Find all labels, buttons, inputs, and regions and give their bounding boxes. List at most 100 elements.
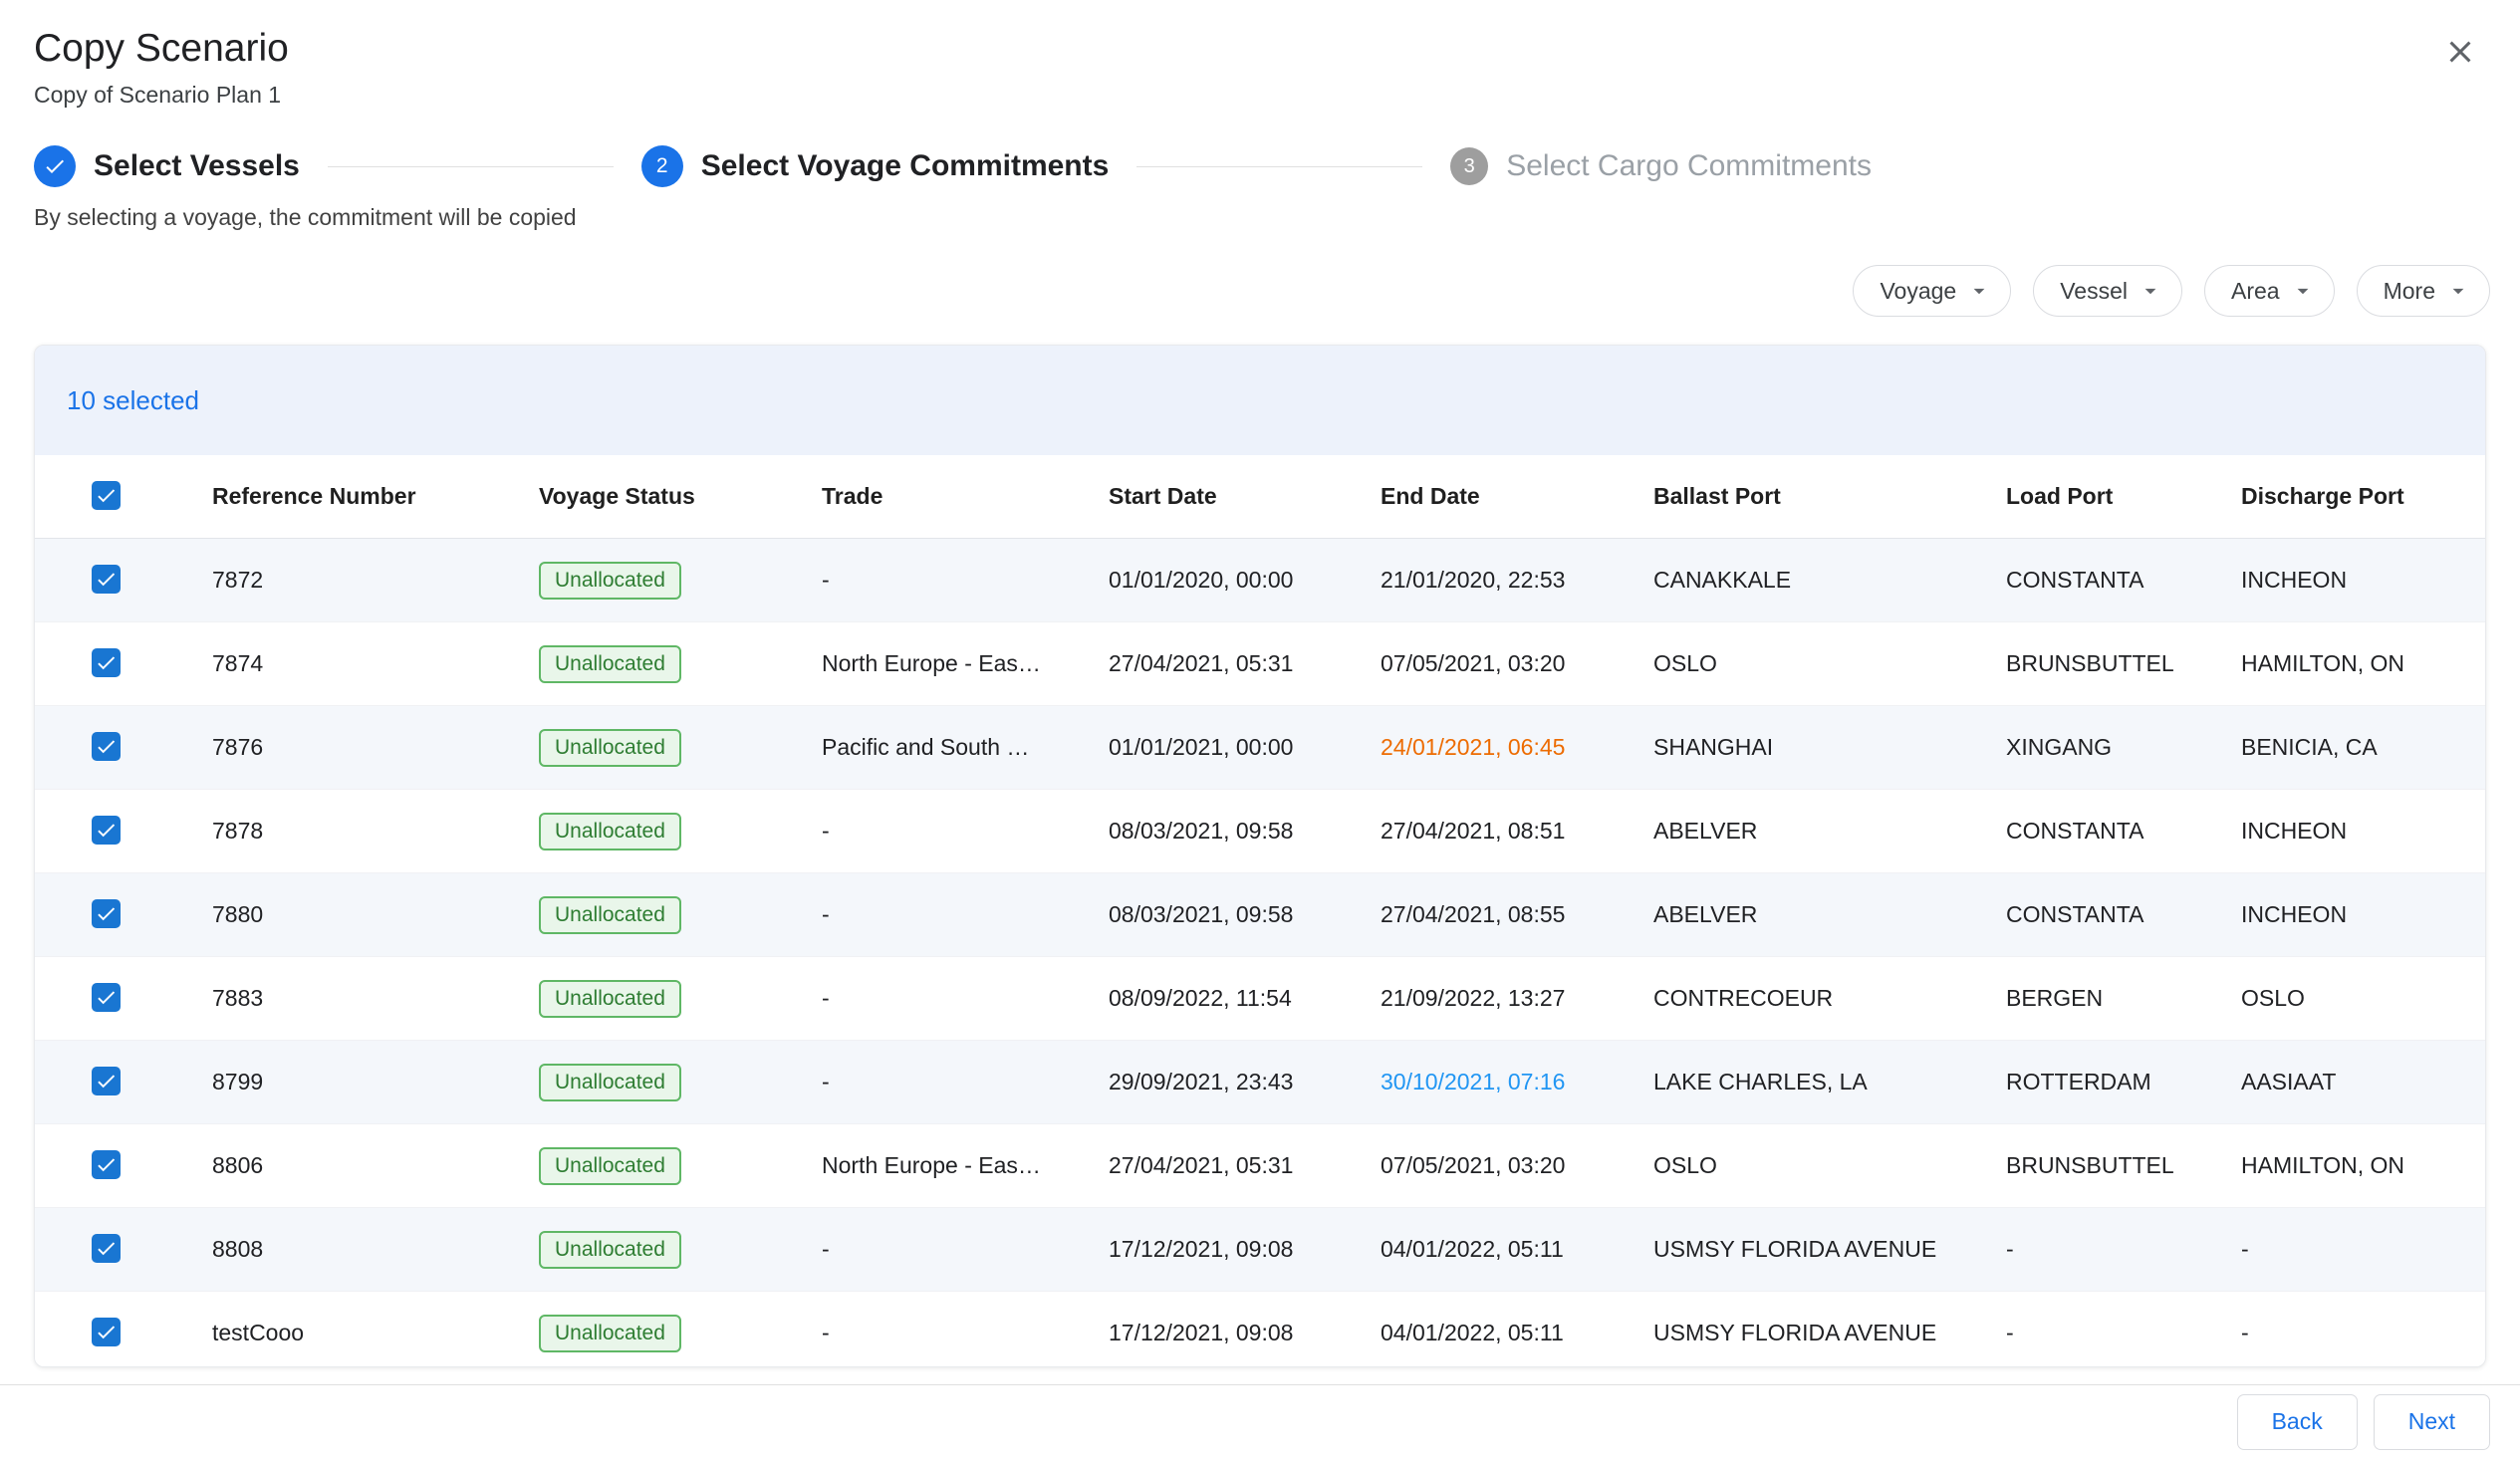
row-checkbox[interactable] — [92, 816, 121, 845]
chevron-down-icon — [2138, 278, 2163, 304]
column-header-load-port: Load Port — [2006, 483, 2241, 510]
step-select-vessels[interactable]: Select Vessels — [34, 145, 300, 187]
column-header-start-date: Start Date — [1109, 483, 1381, 510]
discharge-port-cell: HAMILTON, ON — [2241, 1152, 2485, 1179]
back-button[interactable]: Back — [2237, 1394, 2358, 1450]
voyage-status-cell: Unallocated — [539, 1231, 822, 1269]
row-checkbox[interactable] — [92, 899, 121, 928]
status-badge: Unallocated — [539, 980, 681, 1018]
end-date-cell: 04/01/2022, 05:11 — [1381, 1320, 1653, 1346]
step-select-cargo-commitments[interactable]: 3 Select Cargo Commitments — [1450, 147, 1872, 185]
load-port-cell: CONSTANTA — [2006, 567, 2241, 594]
trade-cell: Pacific and South … — [822, 734, 1109, 761]
load-port-cell: BERGEN — [2006, 985, 2241, 1012]
selected-count: 10 selected — [67, 385, 199, 416]
voyage-status-cell: Unallocated — [539, 980, 822, 1018]
dialog-title-block: Copy Scenario Copy of Scenario Plan 1 — [34, 26, 289, 110]
page-title: Copy Scenario — [34, 26, 289, 72]
status-badge: Unallocated — [539, 729, 681, 767]
discharge-port-cell: AASIAAT — [2241, 1069, 2485, 1095]
next-button[interactable]: Next — [2374, 1394, 2490, 1450]
row-checkbox[interactable] — [92, 983, 121, 1012]
ballast-port-cell: ABELVER — [1653, 901, 2006, 928]
start-date-cell: 27/04/2021, 05:31 — [1109, 650, 1381, 677]
table-row[interactable]: 7872 Unallocated - 01/01/2020, 00:00 21/… — [35, 539, 2485, 622]
reference-number-cell: 8799 — [212, 1069, 539, 1095]
discharge-port-cell: - — [2241, 1236, 2485, 1263]
status-badge: Unallocated — [539, 562, 681, 600]
voyage-status-cell: Unallocated — [539, 896, 822, 934]
table-row[interactable]: testCooo Unallocated - 17/12/2021, 09:08… — [35, 1292, 2485, 1367]
table-row[interactable]: 7874 Unallocated North Europe - Eas… 27/… — [35, 622, 2485, 706]
column-header-trade: Trade — [822, 483, 1109, 510]
discharge-port-cell: INCHEON — [2241, 901, 2485, 928]
trade-cell: North Europe - Eas… — [822, 1152, 1109, 1179]
end-date-cell: 04/01/2022, 05:11 — [1381, 1236, 1653, 1263]
status-badge: Unallocated — [539, 1064, 681, 1101]
close-icon[interactable] — [2436, 28, 2484, 79]
dialog-subtitle: Copy of Scenario Plan 1 — [34, 80, 289, 110]
reference-number-cell: 7883 — [212, 985, 539, 1012]
load-port-cell: BRUNSBUTTEL — [2006, 650, 2241, 677]
end-date-cell: 30/10/2021, 07:16 — [1381, 1069, 1653, 1095]
reference-number-cell: 7878 — [212, 818, 539, 845]
status-badge: Unallocated — [539, 896, 681, 934]
table-row[interactable]: 7876 Unallocated Pacific and South … 01/… — [35, 706, 2485, 790]
area-filter-button[interactable]: Area — [2204, 265, 2335, 317]
vessel-filter-button[interactable]: Vessel — [2033, 265, 2182, 317]
step-2-label: Select Voyage Commitments — [701, 149, 1110, 183]
reference-number-cell: 7880 — [212, 901, 539, 928]
helper-text: By selecting a voyage, the commitment wi… — [34, 203, 2520, 231]
table-row[interactable]: 8799 Unallocated - 29/09/2021, 23:43 30/… — [35, 1041, 2485, 1124]
load-port-cell: CONSTANTA — [2006, 901, 2241, 928]
table-row[interactable]: 7880 Unallocated - 08/03/2021, 09:58 27/… — [35, 873, 2485, 957]
start-date-cell: 08/03/2021, 09:58 — [1109, 901, 1381, 928]
trade-cell: - — [822, 901, 1109, 928]
column-header-voyage-status: Voyage Status — [539, 483, 822, 510]
voyage-filter-label: Voyage — [1880, 278, 1956, 305]
area-filter-label: Area — [2231, 278, 2280, 305]
step-3-label: Select Cargo Commitments — [1506, 149, 1872, 183]
ballast-port-cell: ABELVER — [1653, 818, 2006, 845]
row-checkbox[interactable] — [92, 732, 121, 761]
more-filter-button[interactable]: More — [2357, 265, 2490, 317]
step-1-completed-check-icon — [34, 145, 76, 187]
row-checkbox[interactable] — [92, 648, 121, 677]
discharge-port-cell: - — [2241, 1320, 2485, 1346]
end-date-cell: 21/09/2022, 13:27 — [1381, 985, 1653, 1012]
step-select-voyage-commitments[interactable]: 2 Select Voyage Commitments — [641, 145, 1110, 187]
start-date-cell: 08/09/2022, 11:54 — [1109, 985, 1381, 1012]
column-header-reference-number: Reference Number — [212, 483, 539, 510]
voyage-filter-button[interactable]: Voyage — [1853, 265, 2011, 317]
ballast-port-cell: CONTRECOEUR — [1653, 985, 2006, 1012]
discharge-port-cell: OSLO — [2241, 985, 2485, 1012]
select-all-checkbox[interactable] — [92, 481, 121, 510]
table-row[interactable]: 7883 Unallocated - 08/09/2022, 11:54 21/… — [35, 957, 2485, 1041]
ballast-port-cell: LAKE CHARLES, LA — [1653, 1069, 2006, 1095]
row-checkbox[interactable] — [92, 565, 121, 594]
copy-scenario-dialog: Copy Scenario Copy of Scenario Plan 1 Se… — [0, 0, 2520, 1458]
dialog-header: Copy Scenario Copy of Scenario Plan 1 — [0, 0, 2520, 110]
step-3-number-badge: 3 — [1450, 147, 1488, 185]
end-date-cell: 27/04/2021, 08:55 — [1381, 901, 1653, 928]
filter-bar: Voyage Vessel Area More — [0, 265, 2490, 317]
table-row[interactable]: 7878 Unallocated - 08/03/2021, 09:58 27/… — [35, 790, 2485, 873]
trade-cell: - — [822, 1236, 1109, 1263]
step-2-number-badge: 2 — [641, 145, 683, 187]
table-body: 7872 Unallocated - 01/01/2020, 00:00 21/… — [35, 539, 2485, 1367]
start-date-cell: 01/01/2020, 00:00 — [1109, 567, 1381, 594]
table-row[interactable]: 8808 Unallocated - 17/12/2021, 09:08 04/… — [35, 1208, 2485, 1292]
table-row[interactable]: 8806 Unallocated North Europe - Eas… 27/… — [35, 1124, 2485, 1208]
status-badge: Unallocated — [539, 1315, 681, 1352]
trade-cell: - — [822, 818, 1109, 845]
row-checkbox[interactable] — [92, 1150, 121, 1179]
start-date-cell: 29/09/2021, 23:43 — [1109, 1069, 1381, 1095]
row-checkbox[interactable] — [92, 1318, 121, 1346]
row-checkbox[interactable] — [92, 1234, 121, 1263]
voyage-status-cell: Unallocated — [539, 562, 822, 600]
start-date-cell: 08/03/2021, 09:58 — [1109, 818, 1381, 845]
load-port-cell: XINGANG — [2006, 734, 2241, 761]
discharge-port-cell: INCHEON — [2241, 818, 2485, 845]
row-checkbox[interactable] — [92, 1067, 121, 1095]
end-date-cell: 07/05/2021, 03:20 — [1381, 650, 1653, 677]
